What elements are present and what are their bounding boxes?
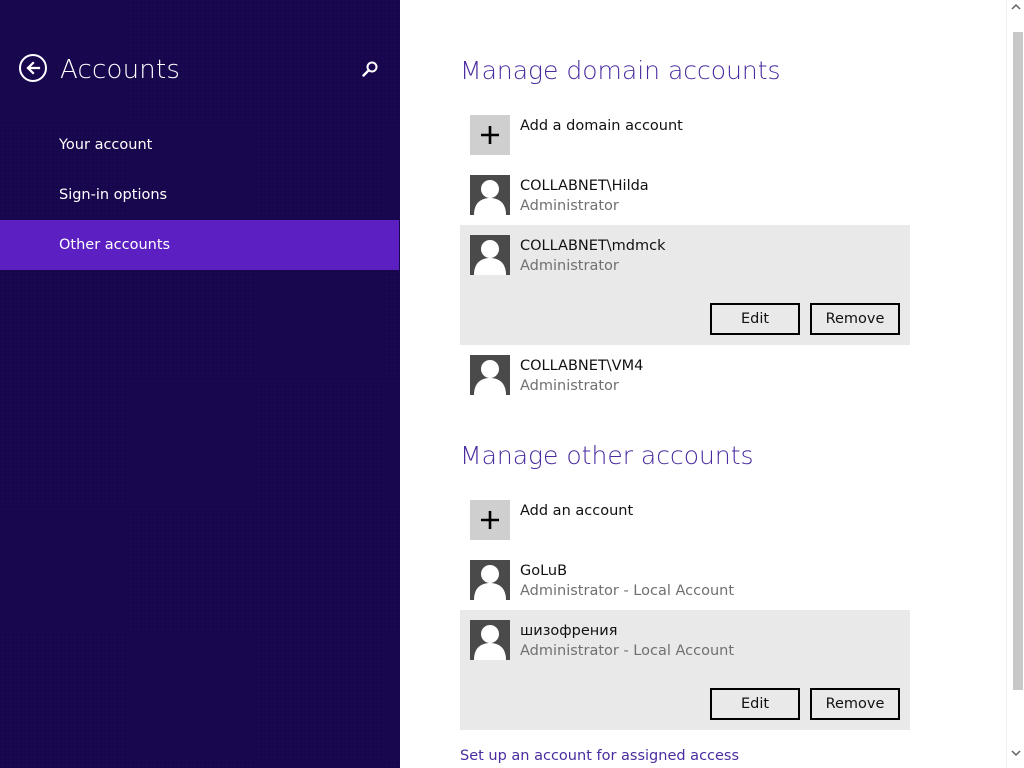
remove-button[interactable]: Remove xyxy=(810,303,900,335)
arrow-left-icon xyxy=(26,61,41,75)
account-name[interactable]: шизофрения xyxy=(520,621,617,641)
sidebar-item-other-accounts[interactable]: Other accounts xyxy=(0,220,399,270)
add-domain-account-button[interactable] xyxy=(470,115,510,155)
avatar[interactable] xyxy=(470,175,510,215)
user-icon xyxy=(474,565,506,600)
edit-button[interactable]: Edit xyxy=(710,303,800,335)
back-button[interactable] xyxy=(19,54,47,82)
account-role: Administrator xyxy=(520,378,619,394)
account-name[interactable]: COLLABNET\mdmck xyxy=(520,236,665,256)
other-accounts-heading: Manage other accounts xyxy=(460,441,754,470)
user-icon xyxy=(474,625,506,660)
account-name[interactable]: GoLuB xyxy=(520,561,567,581)
sidebar-item-label: Sign-in options xyxy=(59,187,168,203)
add-domain-account-label[interactable]: Add a domain account xyxy=(520,116,683,136)
scrollbar-thumb[interactable] xyxy=(1013,32,1023,690)
user-icon xyxy=(474,240,506,275)
plus-icon xyxy=(481,511,499,529)
scroll-up-arrow-icon[interactable] xyxy=(1011,2,1021,12)
sidebar: Accounts Your account Sign-in options Ot… xyxy=(0,0,400,768)
search-icon[interactable] xyxy=(361,60,379,78)
page-title: Accounts xyxy=(60,55,181,85)
add-account-button[interactable] xyxy=(470,500,510,540)
account-role: Administrator xyxy=(520,198,619,214)
edit-button[interactable]: Edit xyxy=(710,688,800,720)
avatar[interactable] xyxy=(470,560,510,600)
avatar[interactable] xyxy=(470,620,510,660)
avatar[interactable] xyxy=(470,355,510,395)
domain-accounts-heading: Manage domain accounts xyxy=(460,56,781,85)
account-name[interactable]: COLLABNET\VM4 xyxy=(520,356,643,376)
account-role: Administrator - Local Account xyxy=(520,643,735,659)
user-icon xyxy=(474,180,506,215)
vertical-scrollbar[interactable] xyxy=(1006,0,1024,768)
user-icon xyxy=(474,360,506,395)
sidebar-item-your-account[interactable]: Your account xyxy=(0,120,399,170)
account-role: Administrator xyxy=(520,258,619,274)
sidebar-item-label: Other accounts xyxy=(59,237,171,253)
avatar[interactable] xyxy=(470,235,510,275)
sidebar-item-sign-in-options[interactable]: Sign-in options xyxy=(0,170,399,220)
account-role: Administrator - Local Account xyxy=(520,583,735,599)
remove-button[interactable]: Remove xyxy=(810,688,900,720)
add-account-label[interactable]: Add an account xyxy=(520,501,633,521)
sidebar-item-label: Your account xyxy=(59,137,153,153)
plus-icon xyxy=(481,126,499,144)
assigned-access-link[interactable]: Set up an account for assigned access xyxy=(460,746,739,766)
scroll-down-arrow-icon[interactable] xyxy=(1011,748,1021,758)
account-name[interactable]: COLLABNET\Hilda xyxy=(520,176,649,196)
